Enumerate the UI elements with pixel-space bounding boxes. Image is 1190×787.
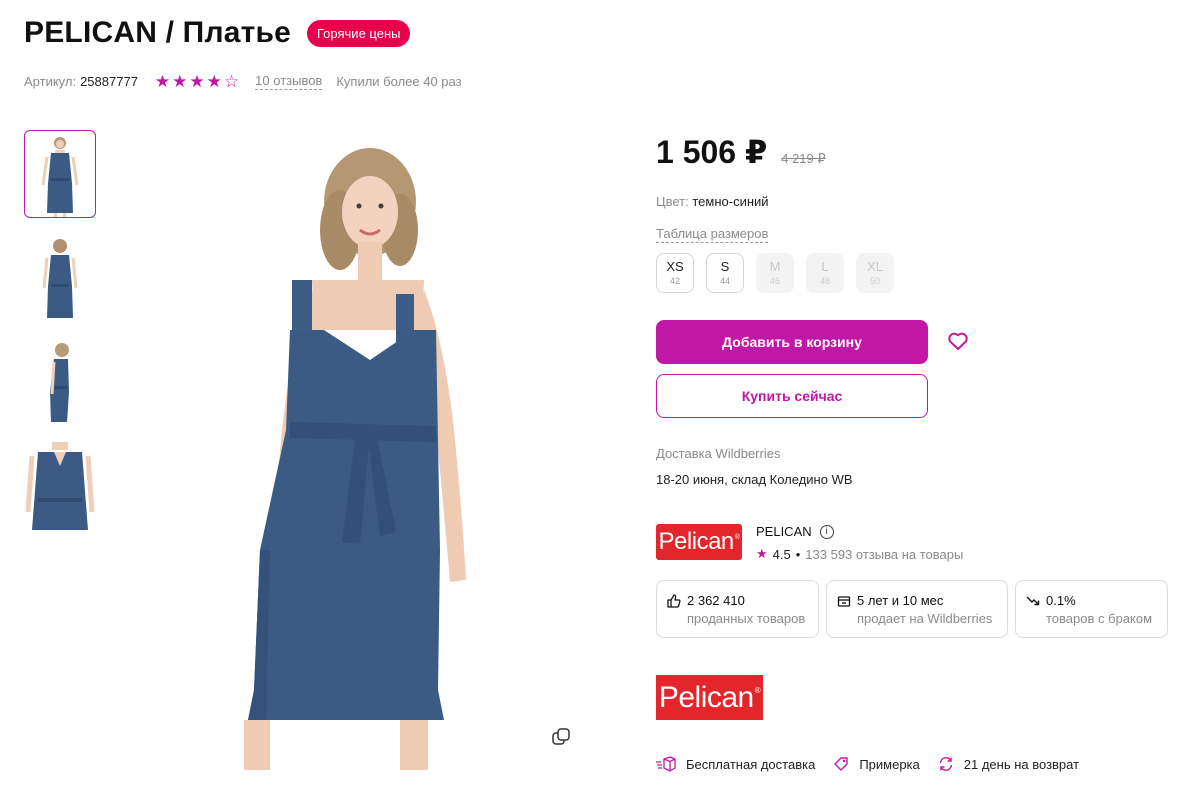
- feature-free-delivery: Бесплатная доставка: [656, 756, 815, 772]
- size-selector: XS 42 S 44 M 46 L 48 XL 50: [656, 253, 894, 293]
- thumbs-up-icon: [667, 593, 681, 608]
- old-price: 4 219 ₽: [781, 151, 826, 166]
- size-option-xl: XL 50: [856, 253, 894, 293]
- price-row: 1 506 ₽ 4 219 ₽: [656, 133, 826, 171]
- size-label: S: [720, 259, 730, 274]
- sku-label: Артикул:: [24, 74, 77, 89]
- meta-row: Артикул: 25887777 ★ ★ ★ ★ ☆ 10 отзывов К…: [24, 73, 462, 90]
- size-rus: 44: [719, 276, 730, 286]
- size-label: L: [821, 259, 829, 274]
- feature-label: Примерка: [859, 756, 920, 772]
- bought-count: Купили более 40 раз: [336, 74, 462, 89]
- thumbnail-detail[interactable]: [24, 442, 96, 530]
- star-icon: ★: [756, 546, 768, 561]
- info-icon[interactable]: i: [819, 524, 834, 539]
- seller-rating-value: 4.5: [772, 546, 791, 562]
- brand-logo[interactable]: Pelican ®: [656, 675, 763, 720]
- size-table-link[interactable]: Таблица размеров: [656, 226, 769, 243]
- star-filled-icon: ★: [154, 71, 171, 91]
- stat-value: 2 362 410: [687, 593, 745, 608]
- delivery-label: Доставка Wildberries: [656, 446, 781, 461]
- size-option-l: L 48: [806, 253, 844, 293]
- shop-icon: [837, 595, 851, 607]
- brand-logo-text: Pelican: [658, 680, 754, 714]
- color-label: Цвет:: [656, 194, 689, 209]
- stat-card-tenure: 5 лет и 10 мес продает на Wildberries: [826, 580, 1008, 638]
- current-price: 1 506 ₽: [656, 134, 768, 170]
- size-option-s[interactable]: S 44: [706, 253, 744, 293]
- rating-stars: ★ ★ ★ ★ ☆: [154, 71, 240, 91]
- color-row: Цвет: темно-синий: [656, 194, 769, 209]
- stat-caption: товаров с браком: [1046, 611, 1153, 626]
- thumbnail-list: [24, 130, 96, 546]
- trend-down-icon: [1026, 596, 1040, 605]
- feature-label: Бесплатная доставка: [686, 756, 816, 772]
- star-filled-icon: ★: [206, 71, 222, 91]
- seller-name-row: PELICAN i: [756, 524, 834, 539]
- product-title: PELICAN / Платье: [24, 16, 292, 49]
- stat-card-defects: 0.1% товаров с браком: [1015, 580, 1168, 638]
- sku-value[interactable]: 25887777: [80, 74, 138, 89]
- feature-label: 21 день на возврат: [963, 756, 1080, 772]
- seller-logo[interactable]: Pelican ®: [656, 524, 742, 560]
- box-icon: [656, 756, 676, 772]
- star-filled-icon: ★: [189, 71, 205, 91]
- thumbnail-back[interactable]: [24, 234, 96, 322]
- thumbnail-side[interactable]: [24, 338, 96, 426]
- size-rus: 42: [669, 276, 680, 286]
- stat-caption: проданных товаров: [687, 611, 806, 626]
- thumbnail-front[interactable]: [24, 130, 96, 218]
- main-product-photo[interactable]: [200, 130, 580, 770]
- heart-icon[interactable]: [946, 329, 970, 353]
- size-rus: 46: [769, 276, 780, 286]
- size-label: XS: [666, 259, 684, 274]
- dot-separator: •: [795, 546, 801, 562]
- seller-name[interactable]: PELICAN: [756, 524, 812, 539]
- seller-rating-row: ★ 4.5 • 133 593 отзыва на товары: [756, 546, 963, 562]
- stat-caption: продает на Wildberries: [857, 611, 993, 626]
- zoom-icon[interactable]: [551, 727, 571, 747]
- add-to-cart-button[interactable]: Добавить в корзину: [656, 320, 928, 364]
- size-label: M: [769, 259, 781, 274]
- seller-logo-text: Pelican: [658, 528, 735, 555]
- feature-try-on: Примерка: [833, 756, 920, 772]
- feature-return: 21 день на возврат: [938, 756, 1079, 772]
- features-row: Бесплатная доставка Примерка 21 день на …: [656, 756, 1097, 772]
- color-value: темно-синий: [692, 194, 769, 209]
- return-icon: [939, 757, 952, 771]
- size-label: XL: [867, 259, 883, 274]
- hot-price-badge[interactable]: Горячие цены: [307, 19, 411, 47]
- size-option-m: M 46: [756, 253, 794, 293]
- stat-value: 0.1%: [1046, 593, 1076, 608]
- star-filled-icon: ★: [172, 71, 188, 91]
- size-option-xs[interactable]: XS 42: [656, 253, 694, 293]
- stat-card-sold: 2 362 410 проданных товаров: [656, 580, 819, 638]
- title-row: PELICAN / Платье Горячие цены: [24, 16, 411, 50]
- delivery-value: 18-20 июня, склад Коледино WB: [656, 472, 853, 487]
- reviews-link[interactable]: 10 отзывов: [255, 73, 323, 90]
- star-empty-icon: ☆: [223, 71, 240, 91]
- size-rus: 50: [869, 276, 880, 286]
- seller-reviews: 133 593 отзыва на товары: [805, 546, 964, 562]
- tag-icon: [834, 757, 849, 771]
- stat-value: 5 лет и 10 мес: [857, 593, 944, 608]
- buy-now-button[interactable]: Купить сейчас: [656, 374, 928, 418]
- size-rus: 48: [819, 276, 830, 286]
